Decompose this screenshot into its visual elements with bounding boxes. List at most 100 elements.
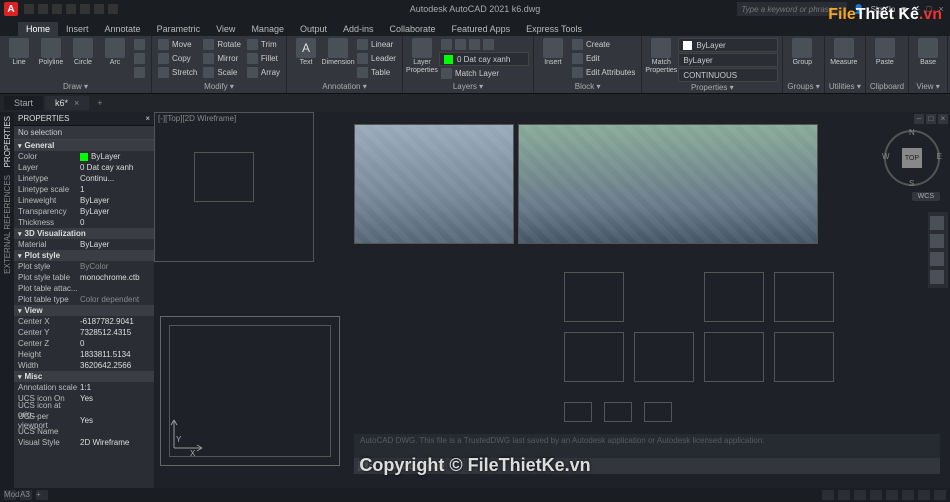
prop-transparency[interactable]: ByLayer	[80, 207, 150, 216]
layer-properties-button[interactable]: Layer Properties	[407, 38, 437, 75]
draw-extra[interactable]	[132, 52, 147, 65]
qat-icon[interactable]	[24, 4, 34, 14]
panel-title[interactable]: Properties ▾	[646, 82, 778, 92]
command-input[interactable]	[379, 462, 936, 471]
props-group-3dvis[interactable]: 3D Visualization	[14, 228, 154, 239]
color-dropdown[interactable]: ByLayer	[678, 38, 778, 52]
prop-annoscale[interactable]: 1:1	[80, 383, 150, 392]
props-group-view[interactable]: View	[14, 305, 154, 316]
ribbon-tab-parametric[interactable]: Parametric	[149, 22, 209, 36]
ribbon-tab-collaborate[interactable]: Collaborate	[382, 22, 444, 36]
panel-title[interactable]: Block ▾	[538, 81, 637, 91]
ribbon-tab-addins[interactable]: Add-ins	[335, 22, 382, 36]
nav-zoom-icon[interactable]	[930, 252, 944, 266]
ribbon-tab-annotate[interactable]: Annotate	[97, 22, 149, 36]
ribbon-tab-insert[interactable]: Insert	[58, 22, 97, 36]
command-icon[interactable]	[358, 461, 368, 471]
stretch-button[interactable]: Stretch	[156, 66, 199, 79]
scale-button[interactable]: Scale	[201, 66, 243, 79]
nav-wheel-icon[interactable]	[930, 216, 944, 230]
circle-button[interactable]: Circle	[68, 38, 98, 67]
prop-visstyle[interactable]: 2D Wireframe	[80, 438, 150, 447]
vp-maximize-icon[interactable]: □	[926, 114, 936, 124]
props-group-misc[interactable]: Misc	[14, 371, 154, 382]
viewcube-face[interactable]: TOP	[902, 148, 922, 168]
panel-title[interactable]: Layers ▾	[407, 81, 529, 91]
array-button[interactable]: Array	[245, 66, 282, 79]
qat-icon[interactable]	[94, 4, 104, 14]
layout-plus[interactable]: +	[36, 490, 48, 500]
draw-extra[interactable]	[132, 38, 147, 51]
rotate-button[interactable]: Rotate	[201, 38, 243, 51]
dimension-button[interactable]: Dimension	[323, 38, 353, 67]
qat-icon[interactable]	[38, 4, 48, 14]
qat-icon[interactable]	[80, 4, 90, 14]
palette-tab-xref[interactable]: EXTERNAL REFERENCES	[3, 171, 12, 278]
paste-button[interactable]: Paste	[870, 38, 900, 67]
maximize-button[interactable]: □	[924, 4, 934, 14]
measure-button[interactable]: Measure	[829, 38, 859, 67]
signin-link[interactable]: Sign In	[871, 5, 896, 14]
status-toggle[interactable]	[822, 490, 834, 500]
ribbon-tab-featured[interactable]: Featured Apps	[444, 22, 519, 36]
drawing-canvas[interactable]: [-][Top][2D Wireframe] – □ ×	[154, 112, 950, 488]
prop-pstable[interactable]: monochrome.ctb	[80, 273, 150, 282]
status-toggle[interactable]	[870, 490, 882, 500]
palette-tab-properties[interactable]: PROPERTIES	[3, 112, 12, 171]
nav-orbit-icon[interactable]	[930, 270, 944, 284]
group-button[interactable]: Group	[787, 38, 817, 67]
prop-centerx[interactable]: -6187782.9041	[80, 317, 150, 326]
panel-title[interactable]: Groups ▾	[787, 81, 819, 91]
qat-icon[interactable]	[52, 4, 62, 14]
match-properties-button[interactable]: Match Properties	[646, 38, 676, 75]
status-toggle[interactable]	[854, 490, 866, 500]
qat-icon[interactable]	[66, 4, 76, 14]
layer-dropdown[interactable]: 0 Dat cay xanh	[439, 52, 529, 66]
props-close-icon[interactable]: ×	[145, 114, 150, 123]
ribbon-tab-output[interactable]: Output	[292, 22, 335, 36]
panel-title[interactable]: Modify ▾	[156, 81, 282, 91]
prop-width[interactable]: 3620642.2566	[80, 361, 150, 370]
qat-icon[interactable]	[108, 4, 118, 14]
prop-ucson[interactable]: Yes	[80, 394, 150, 403]
status-toggle[interactable]	[838, 490, 850, 500]
move-button[interactable]: Move	[156, 38, 199, 51]
match-layer-button[interactable]: Match Layer	[439, 67, 529, 80]
close-button[interactable]: ×	[936, 4, 946, 14]
status-toggle[interactable]	[934, 490, 946, 500]
new-tab-button[interactable]: +	[91, 98, 108, 108]
vp-minimize-icon[interactable]: –	[914, 114, 924, 124]
fillet-button[interactable]: Fillet	[245, 52, 282, 65]
base-button[interactable]: Base	[913, 38, 943, 67]
prop-centerz[interactable]: 0	[80, 339, 150, 348]
vp-close-icon[interactable]: ×	[938, 114, 948, 124]
panel-title[interactable]: Clipboard	[870, 81, 904, 91]
copy-button[interactable]: Copy	[156, 52, 199, 65]
props-group-general[interactable]: General	[14, 140, 154, 151]
user-icon[interactable]: 👤	[853, 4, 864, 15]
trim-button[interactable]: Trim	[245, 38, 282, 51]
line-button[interactable]: Line	[4, 38, 34, 67]
layout-tab[interactable]: A3	[20, 490, 32, 500]
edit-attributes-button[interactable]: Edit Attributes	[570, 66, 637, 79]
mirror-button[interactable]: Mirror	[201, 52, 243, 65]
prop-ltscale[interactable]: 1	[80, 185, 150, 194]
linetype-dropdown[interactable]: CONTINUOUS	[678, 68, 778, 82]
prop-ucsvp[interactable]: Yes	[80, 416, 150, 425]
close-tab-icon[interactable]: ×	[74, 98, 79, 108]
prop-thickness[interactable]: 0	[80, 218, 150, 227]
view-cube[interactable]: TOP N S E W	[884, 130, 940, 186]
text-button[interactable]: AText	[291, 38, 321, 67]
file-tab-active[interactable]: k6*×	[45, 96, 89, 110]
ribbon-tab-express[interactable]: Express Tools	[518, 22, 590, 36]
draw-extra[interactable]	[132, 66, 147, 79]
linear-button[interactable]: Linear	[355, 38, 398, 51]
lineweight-dropdown[interactable]: ByLayer	[678, 53, 778, 67]
prop-linetype[interactable]: Continu...	[80, 174, 150, 183]
prop-height[interactable]: 1833811.5134	[80, 350, 150, 359]
status-toggle[interactable]	[918, 490, 930, 500]
table-button[interactable]: Table	[355, 66, 398, 79]
status-toggle[interactable]	[902, 490, 914, 500]
layer-tool[interactable]	[439, 38, 529, 51]
panel-title[interactable]: Utilities ▾	[829, 81, 861, 91]
